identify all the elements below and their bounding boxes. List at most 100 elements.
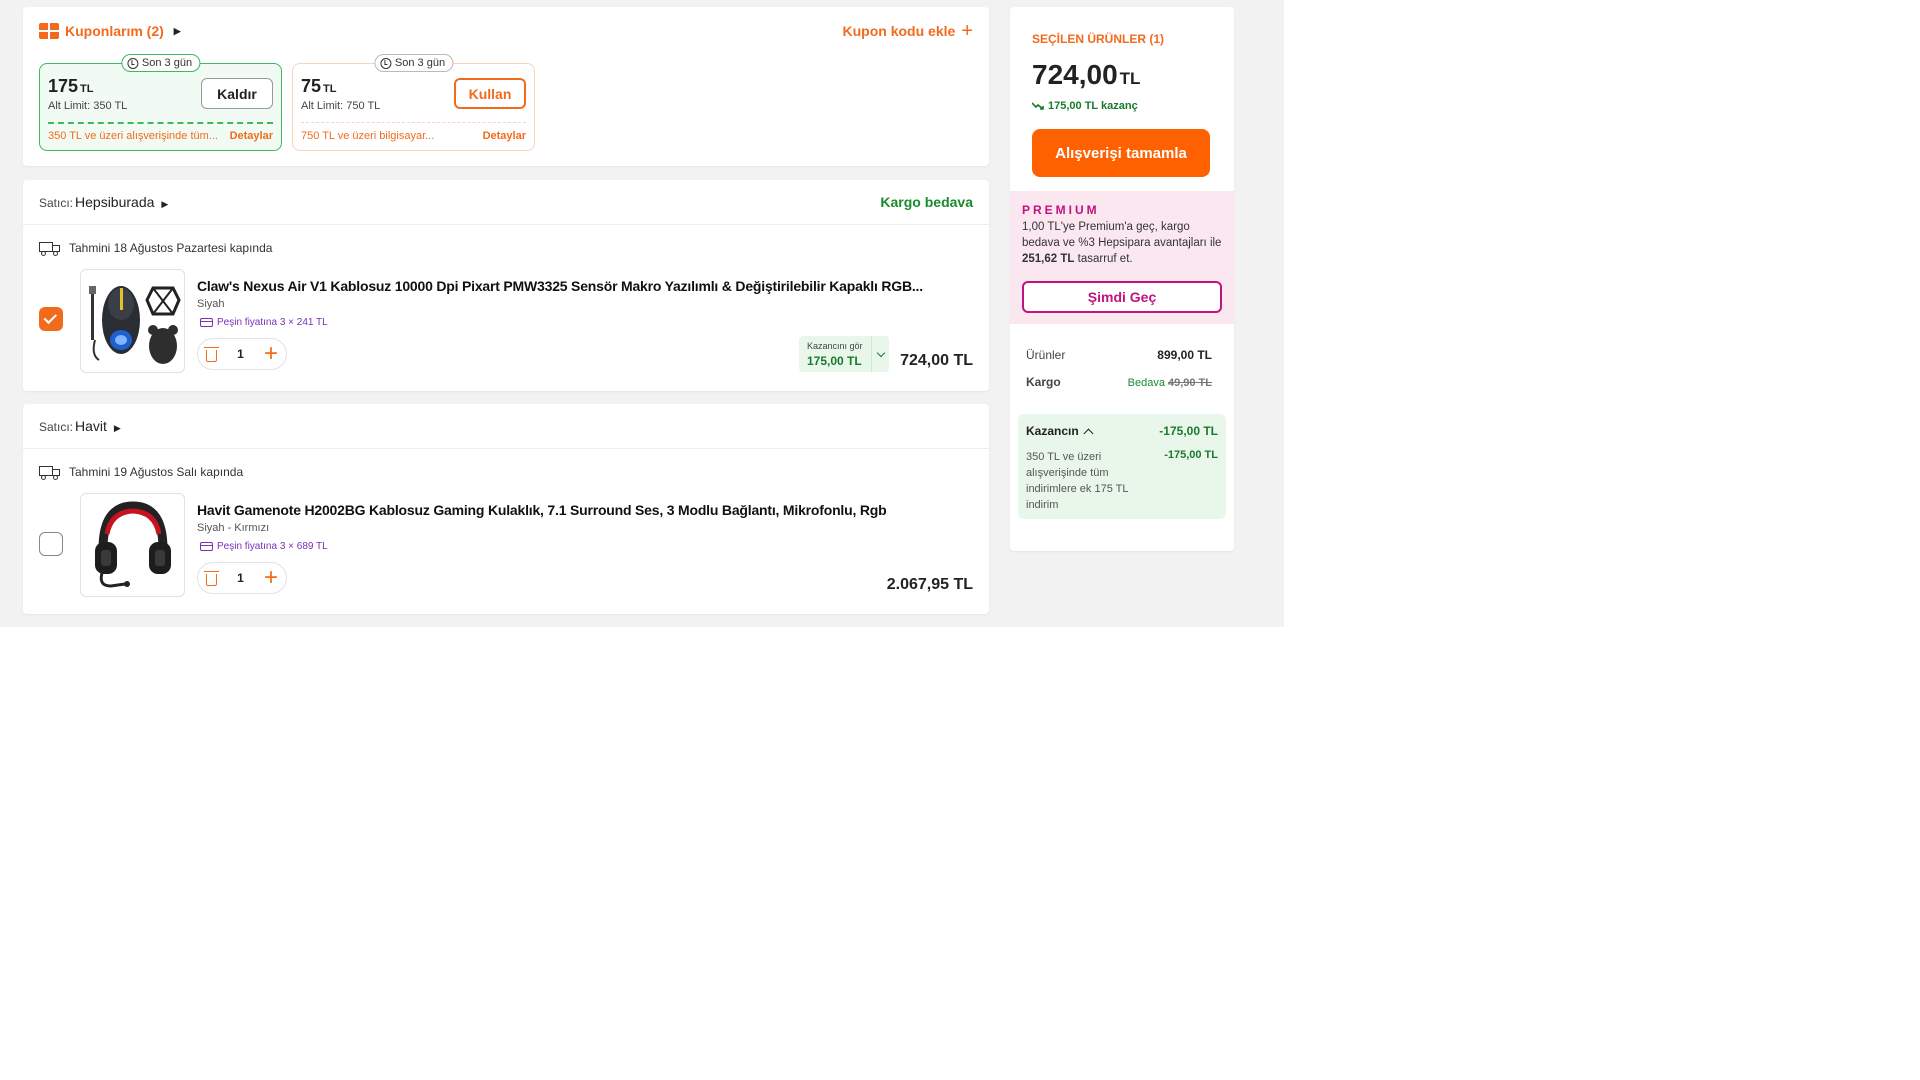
coupon-desc: 750 TL ve üzeri bilgisayar... [301, 130, 435, 142]
premium-promo: PREMIUM 1,00 TL'ye Premium'a geç, kargo … [1010, 191, 1234, 324]
premium-amount: 251,62 TL [1022, 253, 1075, 265]
gain-description: 350 TL ve üzeri alışverişinde tüm indiri… [1026, 451, 1129, 511]
clock-icon [126, 57, 138, 69]
product-checkbox-unchecked[interactable] [39, 532, 63, 556]
seller-label: Satıcı: [39, 420, 74, 434]
seller-name: Havit [75, 418, 107, 434]
expiry-badge: Son 3 gün [373, 54, 454, 72]
gain-toggle[interactable]: Kazancın [1026, 424, 1094, 438]
shipping-old-price: 49,90 TL [1167, 377, 1212, 389]
shipping-row: Kargo Bedava 49,90 TL [1026, 375, 1212, 389]
shipping-free: Bedava [1127, 377, 1165, 389]
add-coupon-code-label: Kupon kodu ekle [842, 23, 956, 39]
quantity-stepper: 1 + [197, 562, 287, 594]
checkout-button[interactable]: Alışverişi tamamla [1032, 129, 1210, 177]
premium-text-part: 1,00 TL'ye Premium'a geç, kargo bedava v… [1022, 221, 1222, 249]
quantity-value[interactable]: 1 [237, 571, 244, 585]
coupon-card: Son 3 gün 75 TL Alt Limit: 750 TL Kullan … [292, 54, 535, 151]
coupon-amount-value: 175 [48, 76, 79, 96]
coupon-currency: TL [80, 83, 94, 95]
delivery-estimate: Tahmini 18 Ağustos Pazartesi kapında [39, 241, 273, 256]
coupon-currency: TL [323, 83, 337, 95]
product-image-headset[interactable] [80, 493, 185, 597]
coupons-toggle[interactable]: Kuponlarım (2) ▶ [39, 23, 181, 39]
seller-panel-hepsiburada: Satıcı: Hepsiburada ▶ Kargo bedava Tahmi… [23, 180, 989, 391]
shipping-label: Kargo [1026, 375, 1061, 389]
shipping-value: Bedava 49,90 TL [1128, 375, 1212, 389]
product-title[interactable]: Claw's Nexus Air V1 Kablosuz 10000 Dpi P… [197, 278, 923, 294]
caret-right-icon: ▶ [161, 199, 169, 209]
coupon-divider [48, 122, 273, 124]
earnings-label: Kazancını gör [807, 341, 863, 351]
checkmark-icon [43, 310, 58, 324]
coupon-amount: 75 TL [301, 76, 336, 97]
quantity-stepper: 1 + [197, 338, 287, 370]
expiry-text: Son 3 gün [141, 57, 193, 69]
coupon-card: Son 3 gün 175 TL Alt Limit: 350 TL Kaldır… [39, 54, 282, 151]
product-price: 724,00 TL [900, 352, 973, 369]
truck-icon [39, 465, 61, 480]
seller-panel-havit: Satıcı: Havit ▶ Tahmini 19 Ağustos Salı … [23, 404, 989, 614]
coupon-amount: 175 TL [48, 76, 94, 97]
trend-down-icon [1032, 102, 1044, 110]
coupon-limit: Alt Limit: 350 TL [48, 100, 128, 112]
product-price: 2.067,95 TL [886, 576, 973, 593]
total-currency: TL [1119, 69, 1141, 88]
products-subtotal-row: Ürünler 899,00 TL [1026, 348, 1212, 362]
credit-card-icon [200, 542, 213, 551]
caret-right-icon: ▶ [173, 25, 181, 36]
delivery-text: Tahmini 18 Ağustos Pazartesi kapında [69, 241, 273, 255]
selected-products-title: SEÇİLEN ÜRÜNLER (1) [1032, 32, 1165, 46]
seller-link[interactable]: Satıcı: Havit ▶ [39, 418, 121, 434]
coupon-limit: Alt Limit: 750 TL [301, 100, 381, 112]
product-variant: Siyah - Kırmızı [197, 522, 270, 534]
premium-tag: PREMIUM [1022, 203, 1100, 217]
coupons-panel: Kuponlarım (2) ▶ Kupon kodu ekle + Son 3… [23, 7, 989, 166]
coupon-divider [301, 122, 526, 123]
installment-text: Peşin fiyatına 3 × 241 TL [217, 317, 328, 328]
products-value: 899,00 TL [1157, 348, 1212, 362]
gain-label: Kazancın [1026, 424, 1079, 438]
coupon-gift-icon [39, 23, 59, 39]
delivery-estimate: Tahmini 19 Ağustos Salı kapında [39, 465, 244, 480]
products-label: Ürünler [1026, 348, 1066, 362]
earnings-box[interactable]: Kazancını gör 175,00 TL [799, 336, 889, 372]
seller-link[interactable]: Satıcı: Hepsiburada ▶ [39, 194, 168, 210]
saving-info: 175,00 TL kazanç [1032, 100, 1138, 112]
order-summary: SEÇİLEN ÜRÜNLER (1) 724,00 TL 175,00 TL k… [1010, 7, 1234, 551]
delivery-text: Tahmini 19 Ağustos Salı kapında [69, 465, 244, 479]
installment-info: Peşin fiyatına 3 × 689 TL [200, 541, 328, 552]
coupon-details-link[interactable]: Detaylar [483, 130, 526, 142]
plus-icon: + [961, 20, 973, 42]
product-checkbox-checked[interactable] [39, 307, 63, 331]
product-title[interactable]: Havit Gamenote H2002BG Kablosuz Gaming K… [197, 502, 887, 518]
increase-quantity-button[interactable]: + [264, 342, 278, 366]
seller-name: Hepsiburada [75, 194, 155, 210]
premium-text-part: tasarruf et. [1077, 253, 1133, 265]
gain-value: -175,00 TL [1159, 424, 1218, 438]
earnings-expand[interactable] [871, 336, 889, 372]
premium-text: 1,00 TL'ye Premium'a geç, kargo bedava v… [1022, 219, 1226, 267]
increase-quantity-button[interactable]: + [264, 566, 278, 590]
chevron-up-icon [1083, 428, 1094, 438]
premium-join-button[interactable]: Şimdi Geç [1022, 281, 1222, 313]
add-coupon-code-button[interactable]: Kupon kodu ekle + [842, 20, 973, 42]
trash-icon[interactable] [204, 570, 219, 586]
gain-box: Kazancın -175,00 TL 350 TL ve üzeri alış… [1018, 414, 1226, 519]
free-shipping-label: Kargo bedava [880, 194, 973, 210]
seller-label: Satıcı: [39, 196, 74, 210]
expiry-badge: Son 3 gün [120, 54, 201, 72]
headset-image [95, 501, 171, 588]
earnings-value: 175,00 TL [807, 354, 862, 368]
coupon-details-link[interactable]: Detaylar [230, 130, 273, 142]
installment-text: Peşin fiyatına 3 × 689 TL [217, 541, 328, 552]
saving-text: 175,00 TL kazanç [1048, 100, 1138, 112]
trash-icon[interactable] [204, 346, 219, 362]
product-image-mouse[interactable] [80, 269, 185, 373]
product-variant: Siyah [197, 298, 225, 310]
expiry-text: Son 3 gün [394, 57, 446, 69]
remove-coupon-button[interactable]: Kaldır [201, 78, 273, 109]
quantity-value[interactable]: 1 [237, 347, 244, 361]
divider [23, 224, 989, 225]
use-coupon-button[interactable]: Kullan [454, 78, 526, 109]
